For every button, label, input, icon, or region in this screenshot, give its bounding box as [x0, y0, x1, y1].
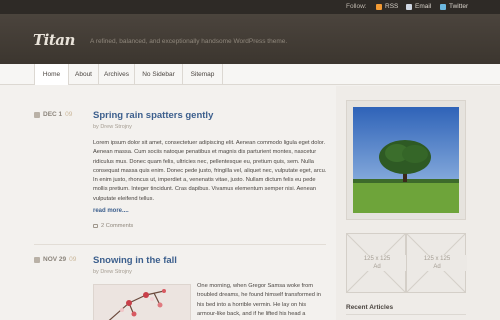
ad-size-label: 125 x 125 [407, 255, 467, 263]
post-date: DEC 1 09 [34, 111, 72, 118]
recent-articles-heading: Recent Articles [346, 304, 394, 311]
post-divider [34, 244, 326, 245]
comment-icon [93, 224, 98, 228]
nav-tab-no-sidebar[interactable]: No Sidebar [135, 64, 183, 85]
email-icon [406, 3, 412, 10]
post-byline: by Drew Strojny [93, 269, 132, 275]
ad-size-label: 125 x 125 [347, 255, 407, 263]
ad-slot-1[interactable]: 125 x 125 Ad [346, 233, 407, 293]
post-thumbnail[interactable] [93, 284, 191, 320]
post-date-day: NOV 29 [43, 256, 67, 263]
twitter-link[interactable]: Twitter [440, 3, 468, 10]
site-logo[interactable]: Titan [33, 31, 75, 49]
comments-count: 2 Comments [101, 223, 134, 229]
calendar-icon [34, 256, 40, 263]
email-link[interactable]: Email [406, 3, 431, 10]
site-tagline: A refined, balanced, and exceptionally h… [90, 38, 288, 45]
post-date-year: 09 [65, 111, 73, 118]
top-bar: Follow: RSS Email Twitter [0, 0, 500, 14]
post-excerpt: Lorem ipsum dolor sit amet, consectetuer… [93, 140, 327, 202]
blossom-image [94, 285, 190, 320]
heading-divider [346, 314, 466, 315]
rss-icon [376, 3, 382, 10]
post-title[interactable]: Spring rain spatters gently [93, 110, 213, 121]
ad-label: Ad [407, 263, 467, 271]
nav-tab-archives[interactable]: Archives [99, 64, 135, 85]
rss-link[interactable]: RSS [376, 3, 398, 10]
nav-tab-about[interactable]: About [69, 64, 99, 85]
site-header: Titan A refined, balanced, and exception… [0, 14, 500, 64]
calendar-icon [34, 111, 40, 118]
ad-slot-2[interactable]: 125 x 125 Ad [406, 233, 467, 293]
email-label: Email [415, 3, 432, 10]
twitter-label: Twitter [449, 3, 469, 10]
post-date-year: 09 [69, 256, 77, 263]
featured-photo[interactable] [346, 100, 466, 220]
read-more-link[interactable]: read more.... [93, 208, 129, 214]
nav-tab-sitemap[interactable]: Sitemap [183, 64, 223, 85]
ad-label: Ad [347, 263, 407, 271]
twitter-icon [440, 3, 446, 10]
post-byline: by Drew Strojny [93, 124, 132, 130]
post-date: NOV 29 09 [34, 256, 76, 263]
comments-link[interactable]: 2 Comments [93, 223, 133, 229]
post-date-day: DEC 1 [43, 111, 63, 118]
rss-label: RSS [385, 3, 399, 10]
tree-landscape-image [353, 107, 459, 213]
follow-label: Follow: [346, 3, 367, 10]
post-excerpt: One morning, when Gregor Samsa woke from… [197, 283, 321, 317]
post-title[interactable]: Snowing in the fall [93, 255, 177, 266]
nav-tab-home[interactable]: Home [34, 64, 69, 85]
main-nav: Home About Archives No Sidebar Sitemap [0, 64, 500, 85]
